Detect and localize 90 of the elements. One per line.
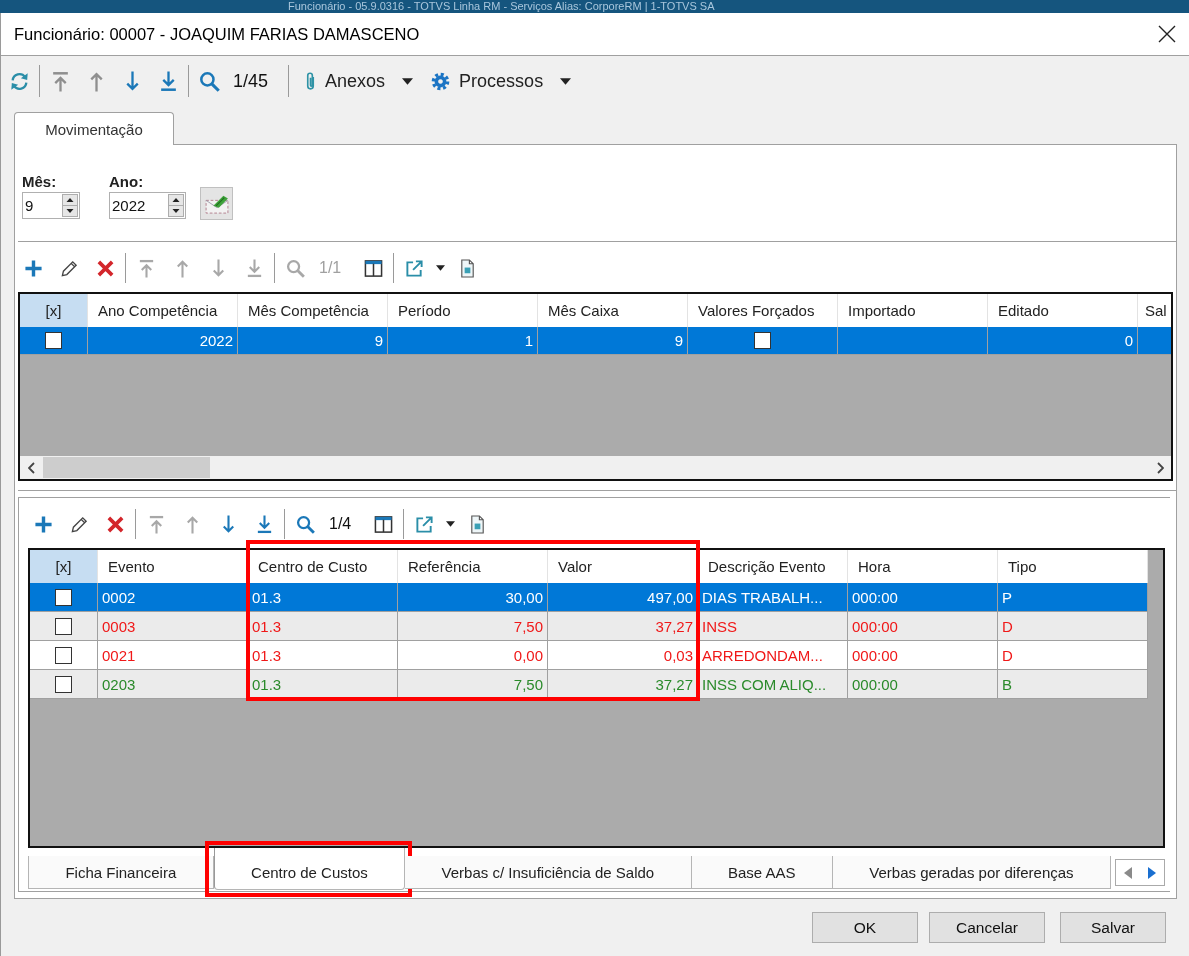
column-header[interactable]: Hora <box>848 550 998 583</box>
table-cell: 9 <box>238 327 388 355</box>
checkbox[interactable] <box>55 617 72 635</box>
table-cell: B <box>998 670 1148 699</box>
window-title: Funcionário: 00007 - JOAQUIM FARIAS DAMASCENO <box>14 24 420 44</box>
background-window-title: Funcionário - 05.9.0316 - TOTVS Linha RM - Serviços Alias: CorporeRM | 1-TOTVS SA <box>288 0 715 13</box>
tab[interactable]: Ficha Financeira <box>28 856 214 889</box>
column-header[interactable]: Valor <box>548 550 698 583</box>
tab[interactable]: Centro de Custos <box>213 848 406 890</box>
spinner-arrows-icon[interactable] <box>168 194 184 217</box>
column-header[interactable]: Centro de Custo <box>248 550 398 583</box>
plus-icon[interactable] <box>33 514 53 534</box>
processes-menu-button[interactable]: Processos <box>423 65 582 97</box>
table-row[interactable]: 0203 01.3 7,50 37,27 INSS COM ALIQ... 000:00 B <box>30 670 1148 699</box>
column-header[interactable]: Mês Caixa <box>538 294 688 327</box>
table-cell: 0 <box>988 327 1138 355</box>
column-header[interactable]: Valores Forçados <box>688 294 838 327</box>
table-cell: 2022 <box>88 327 238 355</box>
save-button[interactable]: Salvar <box>1060 912 1166 943</box>
gear-icon <box>431 71 451 91</box>
export-icon[interactable] <box>404 258 424 278</box>
cross-icon[interactable] <box>105 514 125 534</box>
export-icon[interactable] <box>414 514 434 534</box>
column-header[interactable]: Evento <box>98 550 248 583</box>
column-header[interactable]: Sal <box>1138 294 1171 327</box>
close-icon[interactable] <box>1158 25 1176 43</box>
table-row[interactable]: 0003 01.3 7,50 37,27 INSS 000:00 D <box>30 612 1148 641</box>
checkbox[interactable] <box>45 332 62 349</box>
checkbox[interactable] <box>55 646 72 664</box>
table-row[interactable]: 2022 9 1 9 0 <box>20 327 1171 355</box>
paperclip-icon <box>305 70 317 92</box>
tab[interactable]: Movimentação <box>14 112 174 145</box>
record-counter: 1/4 <box>329 515 352 533</box>
plus-icon[interactable] <box>23 258 43 278</box>
caret-icon[interactable] <box>446 521 456 527</box>
table-cell: 1 <box>388 327 538 355</box>
record-counter: 1/1 <box>319 259 342 277</box>
ok-button[interactable]: OK <box>812 912 918 943</box>
caret-icon[interactable] <box>436 265 446 271</box>
column-header[interactable]: Referência <box>398 550 548 583</box>
record-counter: 1/45 <box>233 70 269 92</box>
columns-icon[interactable] <box>363 258 383 278</box>
column-header[interactable]: Descrição Evento <box>698 550 848 583</box>
tab[interactable]: Base AAS <box>691 856 833 889</box>
table-row[interactable]: 0002 01.3 30,00 497,00 DIAS TRABALH... 000:00 P <box>30 583 1148 612</box>
table-cell: 9 <box>538 327 688 355</box>
scrollbar-thumb[interactable] <box>43 457 210 478</box>
checkbox[interactable] <box>55 588 72 606</box>
column-header[interactable]: [x] <box>30 550 98 583</box>
column-header[interactable]: [x] <box>20 294 88 327</box>
checkbox[interactable] <box>55 675 72 693</box>
checkbox[interactable] <box>754 332 771 349</box>
attachments-menu-button[interactable]: Anexos <box>291 65 424 97</box>
tab[interactable]: Verbas c/ Insuficiência de Saldo <box>405 856 692 889</box>
chevron-left-icon[interactable] <box>28 461 35 474</box>
column-header[interactable]: Importado <box>838 294 988 327</box>
table-row[interactable]: 0021 01.3 0,00 0,03 ARREDONDAM... 000:00 D <box>30 641 1148 670</box>
spinner-arrows-icon[interactable] <box>62 194 78 217</box>
table-cell: 000:00 <box>848 670 998 699</box>
table-cell: 7,50 <box>398 670 548 699</box>
table-cell: 37,27 <box>548 670 698 699</box>
search-icon[interactable] <box>198 70 220 92</box>
cancel-button[interactable]: Cancelar <box>929 912 1045 943</box>
refresh-icon[interactable] <box>8 70 30 92</box>
tab[interactable]: Verbas geradas por diferenças <box>832 856 1111 889</box>
table-cell: INSS COM ALIQ... <box>698 670 848 699</box>
pencil-icon[interactable] <box>69 514 89 534</box>
pencil-icon[interactable] <box>59 258 79 278</box>
column-header[interactable]: Tipo <box>998 550 1148 583</box>
caret-icon[interactable] <box>560 77 572 85</box>
spin-field[interactable]: 9 <box>22 192 80 219</box>
column-header[interactable]: Ano Competência <box>88 294 238 327</box>
apply-filter-button[interactable] <box>200 187 233 220</box>
table-cell: 01.3 <box>248 670 398 699</box>
caret-icon[interactable] <box>402 77 414 85</box>
field-label: Mês: <box>22 173 58 191</box>
chevron-right-icon[interactable] <box>1157 461 1164 474</box>
table-cell: 0203 <box>98 670 248 699</box>
column-header[interactable]: Editado <box>988 294 1138 327</box>
column-header[interactable]: Período <box>388 294 538 327</box>
envelope-icon <box>204 193 229 214</box>
triangle-right-icon[interactable] <box>1148 866 1156 879</box>
horizontal-scrollbar[interactable] <box>20 456 1171 479</box>
column-header[interactable]: Mês Competência <box>238 294 388 327</box>
triangle-left-icon[interactable] <box>1124 866 1132 879</box>
spin-field[interactable]: 2022 <box>109 192 186 219</box>
search-icon[interactable] <box>295 514 315 534</box>
cross-icon[interactable] <box>95 258 115 278</box>
field-label: Ano: <box>109 173 145 191</box>
columns-icon[interactable] <box>373 514 393 534</box>
